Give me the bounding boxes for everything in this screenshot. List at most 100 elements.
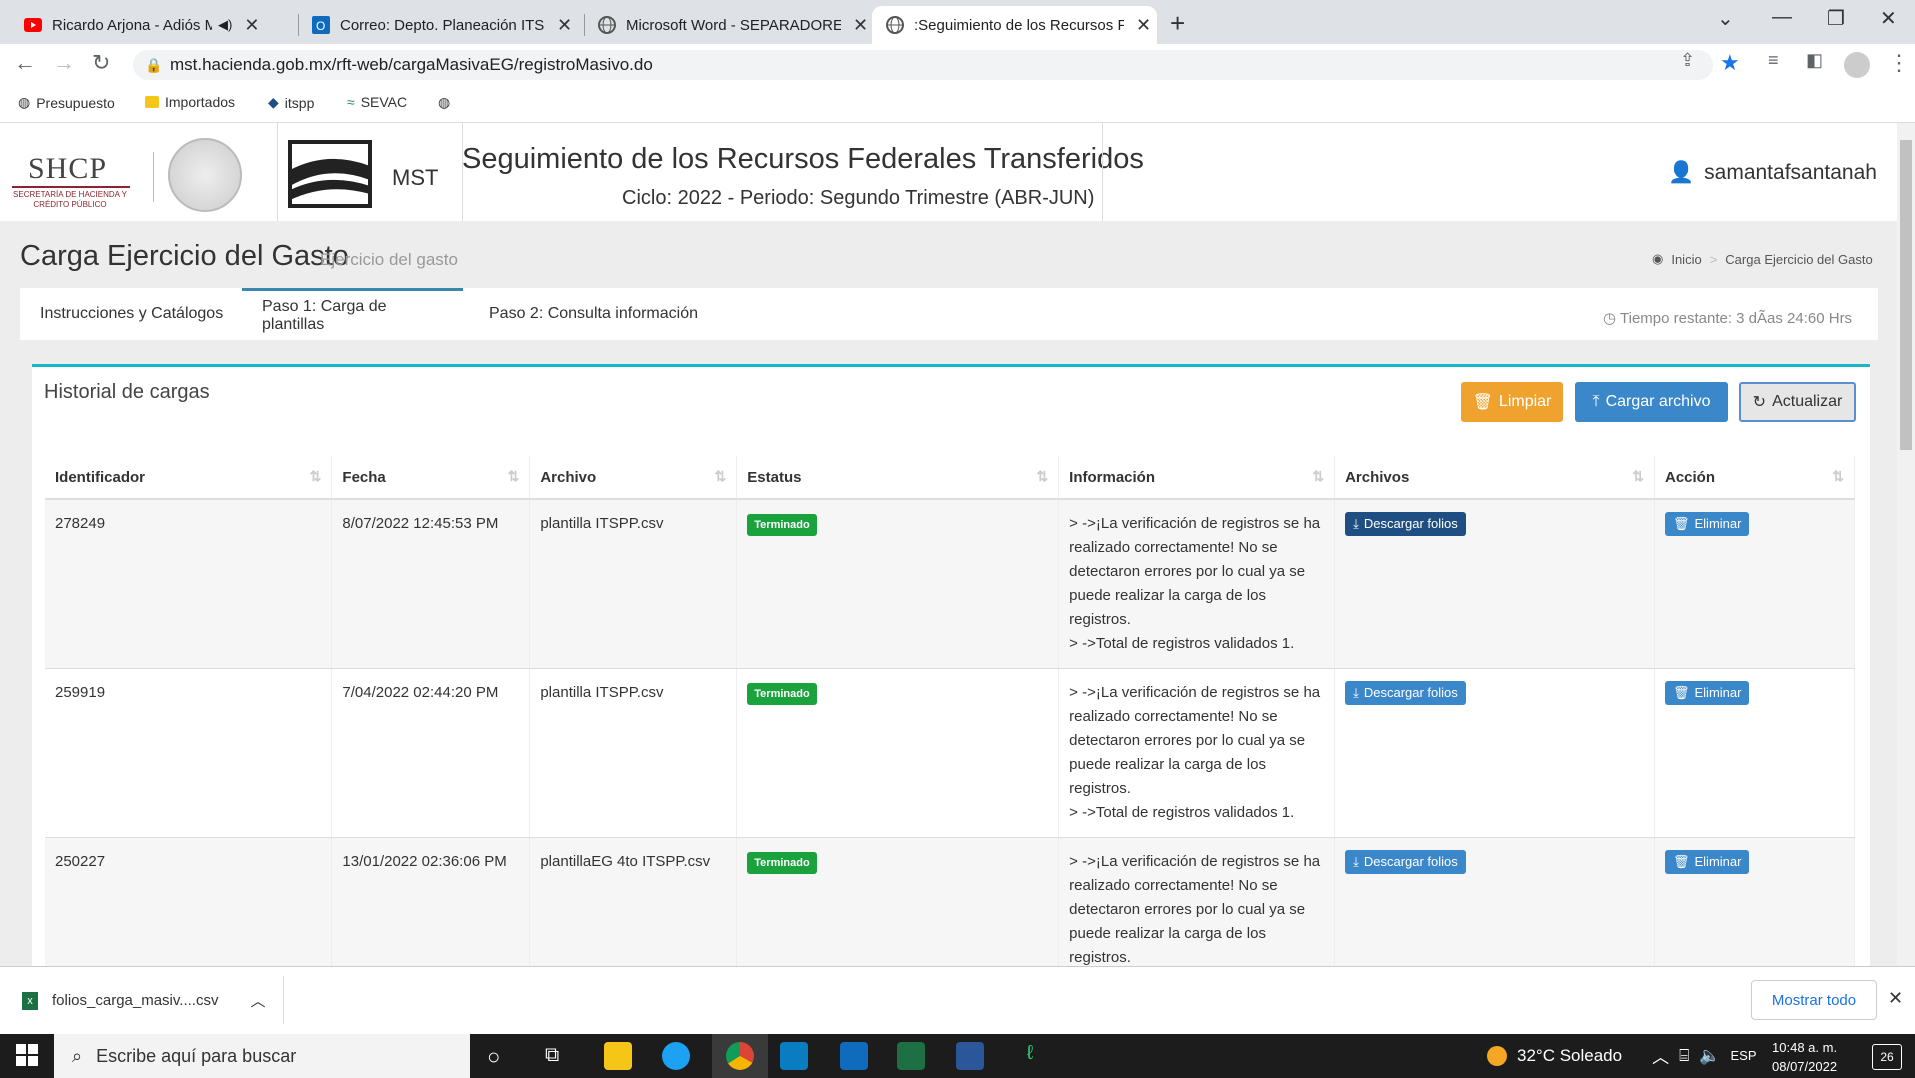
tab-search-icon[interactable]: ⌄	[1717, 6, 1734, 31]
col-informacion[interactable]: Información ⇅	[1058, 456, 1336, 500]
reload-icon[interactable]: ↻	[92, 50, 110, 76]
col-estatus[interactable]: Estatus ⇅	[736, 456, 1060, 500]
tab-consulta-informacion[interactable]: Paso 2: Consulta información	[469, 288, 718, 340]
windows-start-icon[interactable]	[16, 1044, 38, 1071]
task-view-icon[interactable]: ⧉	[545, 1044, 559, 1067]
outlook-icon[interactable]	[840, 1042, 868, 1070]
delete-button[interactable]: 🗑 Eliminar	[1664, 681, 1750, 705]
close-tab-icon[interactable]: ✕	[1136, 15, 1151, 36]
share-icon[interactable]: ⇪	[1680, 50, 1695, 71]
restore-icon[interactable]: ❐	[1827, 6, 1845, 31]
scrollbar-thumb[interactable]	[1900, 140, 1912, 450]
network-icon[interactable]: ⌸	[1679, 1046, 1689, 1066]
weather-text[interactable]: 32°C Soleado	[1517, 1046, 1622, 1066]
timer-text: Tiempo restante: 3 dÃas 24:60 Hrs	[1620, 310, 1853, 327]
col-fecha[interactable]: Fecha ⇅	[331, 456, 531, 500]
delete-button[interactable]: 🗑 Eliminar	[1664, 512, 1750, 536]
close-window-icon[interactable]: ✕	[1880, 6, 1897, 31]
download-folios-button[interactable]: ⤓ Descargar folios	[1345, 512, 1466, 536]
sort-icon[interactable]: ⇅	[310, 468, 322, 485]
close-download-bar-icon[interactable]: ✕	[1888, 988, 1903, 1009]
show-all-button[interactable]: Mostrar todo	[1751, 980, 1877, 1020]
sort-icon[interactable]: ⇅	[1632, 468, 1644, 485]
file-explorer-icon[interactable]	[604, 1042, 632, 1070]
cell-action: 🗑 Eliminar	[1654, 499, 1856, 669]
download-folios-button[interactable]: ⤓ Descargar folios	[1345, 850, 1466, 874]
green-app-icon[interactable]: ℓ	[1016, 1042, 1044, 1070]
sort-icon[interactable]: ⇅	[1832, 468, 1844, 485]
bookmark-itspp[interactable]: ◆ itspp	[268, 94, 314, 111]
col-identificador[interactable]: Identificador ⇅	[45, 456, 333, 500]
chevron-up-icon[interactable]: ︿	[250, 990, 265, 1011]
download-folios-button[interactable]: ⤓ Descargar folios	[1345, 681, 1466, 705]
cell-date: 13/01/2022 02:36:06 PM	[331, 837, 531, 983]
close-tab-icon[interactable]: ✕	[244, 15, 259, 36]
word-icon[interactable]	[956, 1042, 984, 1070]
clear-button[interactable]: 🗑 Limpiar	[1461, 382, 1563, 422]
delete-button[interactable]: 🗑 Eliminar	[1664, 850, 1750, 874]
reading-list-icon[interactable]: ≡	[1768, 50, 1779, 71]
cell-download: ⤓ Descargar folios	[1334, 499, 1655, 669]
breadcrumb-inicio[interactable]: Inicio	[1671, 252, 1701, 267]
menu-icon[interactable]: ⋮	[1888, 50, 1910, 76]
bookmark-star-icon[interactable]: ★	[1720, 50, 1740, 76]
bookmark-label: SEVAC	[360, 94, 408, 110]
user-icon: 👤	[1668, 161, 1695, 184]
col-accion[interactable]: Acción ⇅	[1654, 456, 1856, 500]
downloaded-file[interactable]: x folios_carga_masiv....csv ︿	[22, 990, 265, 1011]
browser-tab-youtube[interactable]: Ricardo Arjona - Adiós Mela ◀︎) ✕	[10, 6, 259, 44]
mst-logo-icon	[288, 140, 372, 208]
sort-icon[interactable]: ⇅	[1036, 468, 1048, 485]
url-text[interactable]: mst.hacienda.gob.mx/rft-web/cargaMasivaE…	[170, 55, 653, 75]
taskbar-search[interactable]: ⌕ Escribe aquí para buscar	[54, 1034, 470, 1078]
side-panel-icon[interactable]: ◧	[1806, 50, 1823, 71]
forward-icon[interactable]: →	[53, 50, 75, 76]
cortana-icon[interactable]: ○	[487, 1044, 500, 1070]
browser-tab-word[interactable]: Microsoft Word - SEPARADORES ✕	[584, 6, 868, 44]
tab-instrucciones[interactable]: Instrucciones y Catálogos	[20, 288, 243, 340]
chrome-icon[interactable]	[726, 1042, 754, 1070]
globe-icon: ◍	[438, 94, 451, 110]
cell-status: Terminado	[736, 499, 1060, 669]
bookmark-globe[interactable]: ◍	[438, 94, 450, 111]
profile-avatar[interactable]	[1844, 52, 1870, 78]
col-archivos[interactable]: Archivos ⇅	[1334, 456, 1655, 500]
shcp-logo: SHCP	[28, 152, 108, 185]
bookmark-sevac[interactable]: ≈ SEVAC	[347, 94, 407, 110]
cell-action: 🗑 Eliminar	[1654, 668, 1856, 838]
back-icon[interactable]: ←	[14, 50, 36, 76]
browser-tab-active[interactable]: :Seguimiento de los Recursos Fe ✕	[872, 6, 1157, 44]
clock[interactable]: 10:48 a. m. 08/07/2022	[1772, 1038, 1837, 1076]
chevron-up-icon[interactable]: ︿	[1652, 1043, 1669, 1068]
notifications-icon[interactable]: 26	[1872, 1044, 1902, 1070]
breadcrumb-current: Carga Ejercicio del Gasto	[1725, 251, 1873, 267]
volume-icon[interactable]: 🔈	[1699, 1046, 1720, 1066]
lock-icon[interactable]: 🔒	[145, 57, 162, 74]
excel-icon[interactable]	[897, 1042, 925, 1070]
user-menu[interactable]: 👤 samantafsantanah	[1668, 161, 1877, 185]
sort-icon[interactable]: ⇅	[508, 468, 520, 485]
tab-carga-plantillas[interactable]: Paso 1: Carga de plantillas	[242, 288, 463, 340]
refresh-label: Actualizar	[1772, 393, 1843, 410]
close-tab-icon[interactable]: ✕	[853, 15, 868, 36]
close-tab-icon[interactable]: ✕	[557, 15, 572, 36]
browser-tab-outlook[interactable]: O Correo: Depto. Planeación ITSPP ✕	[298, 6, 572, 44]
col-archivo[interactable]: Archivo ⇅	[529, 456, 738, 500]
table-row: 278249 8/07/2022 12:45:53 PM plantilla I…	[45, 499, 1856, 669]
app-icon[interactable]	[780, 1042, 808, 1070]
language-indicator[interactable]: ESP	[1730, 1048, 1756, 1063]
refresh-button[interactable]: ↻ Actualizar	[1739, 382, 1856, 422]
edge-icon[interactable]	[662, 1042, 690, 1070]
sort-icon[interactable]: ⇅	[1312, 468, 1324, 485]
audio-icon[interactable]: ◀︎)	[218, 17, 232, 33]
trash-icon: 🗑	[1672, 854, 1690, 869]
bookmark-importados[interactable]: Importados	[145, 94, 235, 110]
sort-icon[interactable]: ⇅	[715, 468, 727, 485]
download-bar	[0, 966, 1915, 1035]
upload-file-button[interactable]: ⤒ Cargar archivo	[1575, 382, 1728, 422]
bookmark-presupuesto[interactable]: ◍ Presupuesto	[18, 94, 115, 111]
refresh-icon: ↻	[1752, 394, 1767, 411]
info-line: > ->Total de registros validados 1.	[1069, 635, 1295, 652]
minimize-icon[interactable]: —	[1772, 6, 1792, 29]
new-tab-icon[interactable]: +	[1170, 8, 1185, 39]
